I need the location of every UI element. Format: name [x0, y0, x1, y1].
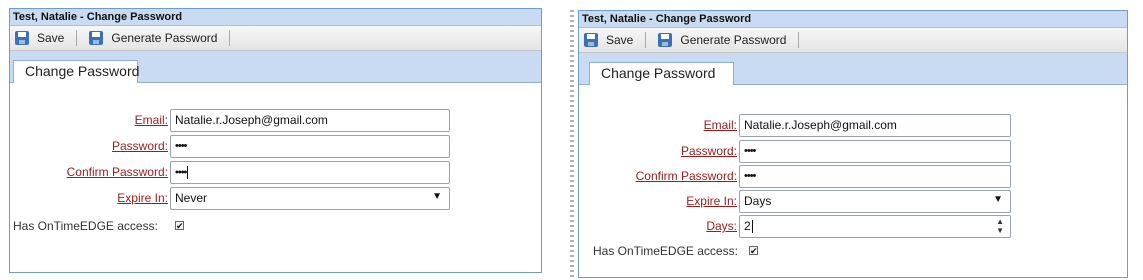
tab-change-password[interactable]: Change Password	[589, 62, 734, 85]
toolbar: Save Generate Password	[579, 28, 1127, 53]
stepper-arrows[interactable]: ▲ ▼	[996, 217, 1004, 235]
save-icon	[89, 31, 104, 45]
save-button[interactable]: Save	[584, 29, 633, 51]
has-access-checkbox[interactable]: ✔	[175, 221, 184, 231]
confirm-password-field[interactable]: ••••	[739, 165, 1011, 188]
password-label: Password:	[680, 144, 737, 158]
expire-in-label: Expire In:	[686, 194, 737, 208]
confirm-password-field[interactable]: ••••	[170, 161, 450, 184]
text-cursor	[187, 166, 189, 179]
window-title: Test, Natalie - Change Password	[579, 11, 1127, 28]
arrow-up-icon: ▲	[996, 217, 1004, 226]
confirm-password-label: Confirm Password:	[635, 169, 737, 183]
save-icon	[15, 31, 29, 45]
confirm-password-value: ••••	[175, 166, 187, 179]
expire-in-select[interactable]: Never ▼	[170, 187, 450, 210]
days-stepper[interactable]: 2 ▲ ▼	[739, 215, 1011, 238]
expire-in-select[interactable]: Days ▼	[739, 190, 1011, 213]
has-access-checkbox[interactable]: ✔	[749, 246, 758, 256]
toolbar-separator	[645, 32, 647, 48]
generate-password-label: Generate Password	[680, 33, 787, 47]
has-access-label: Has OnTimeEDGE access:	[13, 219, 158, 233]
save-label: Save	[37, 31, 65, 45]
toolbar-separator	[229, 30, 231, 46]
generate-password-button[interactable]: Generate Password	[658, 29, 786, 51]
tab-change-password[interactable]: Change Password	[13, 60, 139, 83]
confirm-password-label: Confirm Password:	[66, 165, 168, 179]
change-password-dialog-left: Test, Natalie - Change Password Save Gen…	[9, 8, 542, 273]
generate-password-label: Generate Password	[111, 31, 218, 45]
toolbar-separator	[76, 30, 78, 46]
divider	[570, 10, 574, 278]
save-icon	[584, 33, 598, 47]
expire-in-value: Days	[744, 194, 772, 208]
text-cursor	[751, 220, 753, 234]
save-icon	[658, 33, 673, 47]
save-label: Save	[606, 33, 634, 47]
arrow-down-icon: ▼	[996, 226, 1004, 235]
window-title: Test, Natalie - Change Password	[10, 9, 541, 26]
days-value: 2	[744, 219, 751, 233]
password-field[interactable]: ••••	[739, 140, 1011, 163]
expire-in-label: Expire In:	[117, 191, 168, 205]
generate-password-button[interactable]: Generate Password	[89, 27, 217, 49]
days-label: Days:	[706, 219, 737, 233]
chevron-down-icon: ▼	[432, 191, 442, 202]
tab-strip: Change Password	[10, 51, 541, 83]
email-field[interactable]: Natalie.r.Joseph@gmail.com	[739, 114, 1011, 137]
password-label: Password:	[111, 139, 168, 153]
toolbar-separator	[798, 32, 800, 48]
email-label: Email:	[134, 113, 168, 127]
change-password-dialog-right: Test, Natalie - Change Password Save Gen…	[578, 10, 1128, 278]
save-button[interactable]: Save	[15, 27, 64, 49]
email-label: Email:	[703, 118, 737, 132]
toolbar: Save Generate Password	[10, 26, 541, 51]
tab-strip: Change Password	[579, 53, 1127, 85]
chevron-down-icon: ▼	[993, 194, 1003, 205]
expire-in-value: Never	[175, 191, 208, 205]
email-field[interactable]: Natalie.r.Joseph@gmail.com	[170, 109, 450, 132]
password-field[interactable]: ••••	[170, 135, 450, 158]
has-access-label: Has OnTimeEDGE access:	[593, 244, 738, 258]
